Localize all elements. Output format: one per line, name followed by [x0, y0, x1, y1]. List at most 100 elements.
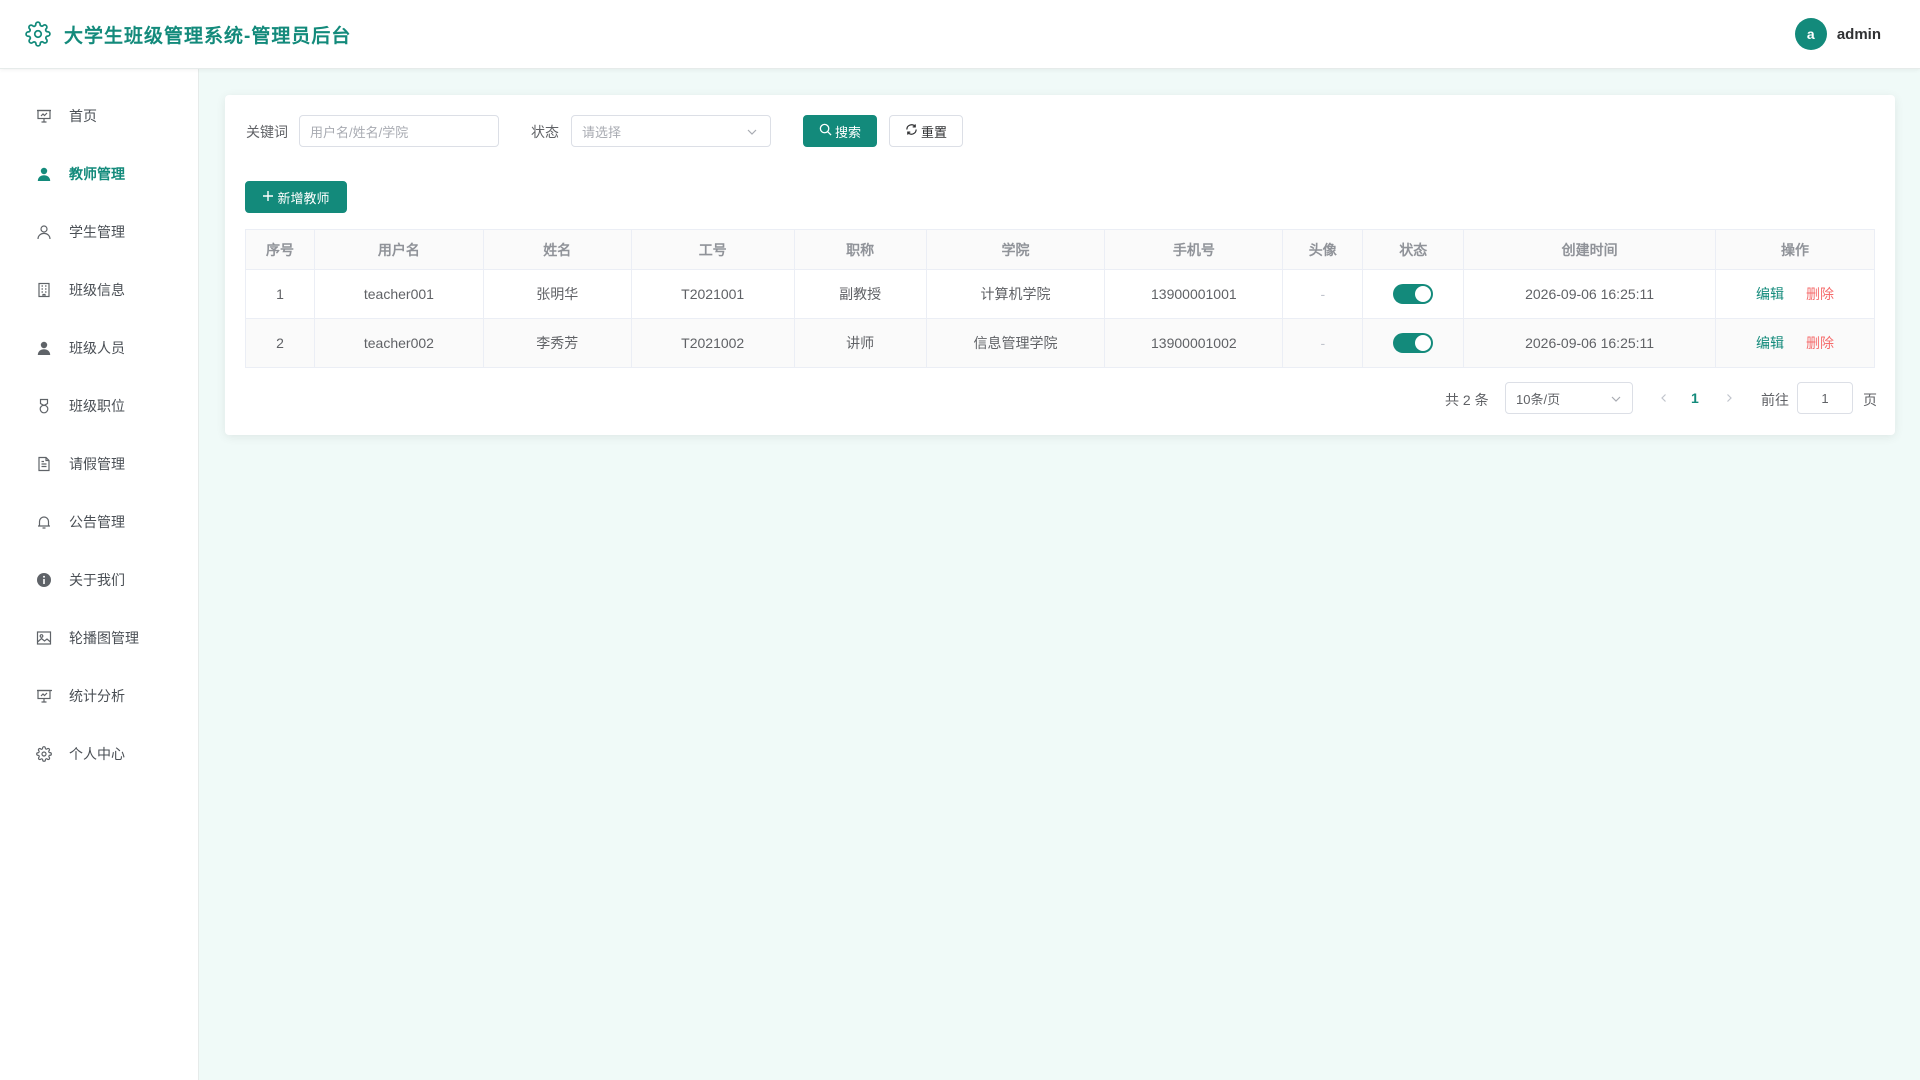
cell-college: 计算机学院: [925, 269, 1106, 319]
goto-label: 前往: [1761, 392, 1789, 408]
presentation-icon: [35, 107, 53, 125]
avatar: a: [1794, 18, 1827, 50]
presentation-icon: [35, 687, 53, 705]
add-teacher-button-label: 新增教师: [277, 190, 330, 206]
sidebar-item-label: 学生管理: [69, 224, 125, 240]
reset-button[interactable]: 重置: [889, 115, 963, 147]
sidebar-item-label: 班级人员: [69, 340, 125, 356]
cell-job-no: T2021002: [630, 318, 795, 368]
edit-button[interactable]: 编辑: [1756, 286, 1784, 302]
document-icon: [35, 455, 53, 473]
status-placeholder: 请选择: [582, 124, 622, 140]
picture-icon: [35, 629, 53, 647]
sidebar-item-student-management[interactable]: 学生管理: [0, 210, 199, 254]
search-button[interactable]: 搜索: [803, 115, 877, 147]
status-select[interactable]: 请选择: [571, 115, 771, 147]
sidebar-item-label: 关于我们: [69, 572, 125, 588]
cell-phone: 13900001002: [1104, 318, 1284, 368]
chevron-down-icon: [746, 126, 758, 141]
column-header-title: 职称: [793, 229, 927, 270]
cell-phone: 13900001001: [1104, 269, 1284, 319]
sidebar-item-teacher-management[interactable]: 教师管理: [0, 152, 199, 196]
add-teacher-button[interactable]: 新增教师: [245, 181, 347, 213]
cell-title: 副教授: [793, 269, 927, 319]
toggle-knob: [1415, 286, 1432, 302]
user-outline-icon: [35, 223, 53, 241]
sidebar-item-class-positions[interactable]: 班级职位: [0, 384, 199, 428]
delete-button[interactable]: 删除: [1806, 286, 1834, 302]
cell-job-no: T2021001: [630, 269, 795, 319]
status-toggle[interactable]: [1393, 284, 1434, 304]
bell-icon: [35, 513, 53, 531]
pagination-total: 共 2 条: [1445, 392, 1489, 408]
sidebar-item-label: 首页: [69, 108, 97, 124]
medal-icon: [35, 397, 53, 415]
chevron-right-icon: [1727, 394, 1732, 402]
sidebar-item-home[interactable]: 首页: [0, 94, 199, 138]
gear-icon: [24, 20, 52, 48]
edit-button[interactable]: 编辑: [1756, 335, 1784, 351]
column-header-index: 序号: [245, 229, 315, 270]
user-menu[interactable]: a admin: [1794, 18, 1881, 50]
page-size-value: 10条/页: [1516, 391, 1561, 407]
cell-name: 张明华: [482, 269, 632, 319]
user-filled-icon: [35, 165, 53, 183]
page-size-select[interactable]: 10条/页: [1505, 382, 1633, 414]
cell-name: 李秀芳: [482, 318, 632, 368]
keyword-input[interactable]: 用户名/姓名/学院: [299, 115, 499, 147]
sidebar-item-class-members[interactable]: 班级人员: [0, 326, 199, 370]
column-header-username: 用户名: [313, 229, 484, 270]
sidebar-item-carousel-management[interactable]: 轮播图管理: [0, 616, 199, 660]
column-header-phone: 手机号: [1104, 229, 1284, 270]
column-header-college: 学院: [925, 229, 1106, 270]
sidebar-item-announcement-management[interactable]: 公告管理: [0, 500, 199, 544]
sidebar-item-label: 教师管理: [69, 166, 125, 182]
sidebar: 首页 教师管理 学生管理 班级信息 班级人员 班级职位 请假管理 公告管理 关于…: [0, 69, 199, 1080]
column-header-job-no: 工号: [630, 229, 795, 270]
goto-page-input[interactable]: 1: [1797, 382, 1853, 414]
sidebar-item-leave-management[interactable]: 请假管理: [0, 442, 199, 486]
sidebar-item-about-us[interactable]: 关于我们: [0, 558, 199, 602]
column-header-status: 状态: [1362, 229, 1465, 270]
table-header-row: 序号 用户名 姓名 工号 职称 学院 手机号 头像 状态 创建时间 操作: [245, 229, 1875, 270]
sidebar-item-label: 请假管理: [69, 456, 125, 472]
top-header: 大学生班级管理系统-管理员后台 a admin: [0, 0, 1920, 69]
user-filled-icon: [35, 339, 53, 357]
sidebar-item-statistics[interactable]: 统计分析: [0, 674, 199, 718]
delete-button[interactable]: 删除: [1806, 335, 1834, 351]
cell-username: teacher002: [313, 318, 484, 368]
cell-avatar: -: [1282, 269, 1364, 319]
column-header-name: 姓名: [482, 229, 632, 270]
page-suffix-label: 页: [1863, 392, 1877, 408]
cell-status: [1362, 269, 1465, 319]
toggle-knob: [1415, 335, 1432, 351]
table-row: 2 teacher002 李秀芳 T2021002 讲师 信息管理学院 1390…: [245, 318, 1875, 368]
status-toggle[interactable]: [1393, 333, 1434, 353]
column-header-avatar: 头像: [1282, 229, 1364, 270]
search-button-label: 搜索: [834, 124, 861, 140]
sidebar-item-label: 轮播图管理: [69, 630, 139, 646]
building-icon: [35, 281, 53, 299]
info-icon: [35, 571, 53, 589]
teacher-management-card: 关键词 用户名/姓名/学院 状态 请选择 搜索 重置 新增教师 序号 用户名 姓…: [225, 95, 1895, 435]
page-number-1[interactable]: 1: [1691, 390, 1699, 406]
cell-title: 讲师: [793, 318, 927, 368]
app-title: 大学生班级管理系统-管理员后台: [64, 25, 352, 47]
status-label: 状态: [531, 124, 559, 140]
cell-created: 2026-09-06 16:25:11: [1463, 269, 1717, 319]
table-row: 1 teacher001 张明华 T2021001 副教授 计算机学院 1390…: [245, 269, 1875, 319]
gear-icon: [35, 745, 53, 763]
username: admin: [1836, 25, 1881, 43]
prev-page-button[interactable]: [1654, 388, 1674, 408]
sidebar-item-label: 公告管理: [69, 514, 125, 530]
column-header-created: 创建时间: [1463, 229, 1717, 270]
sidebar-item-personal-center[interactable]: 个人中心: [0, 732, 199, 776]
cell-status: [1362, 318, 1465, 368]
search-icon: [819, 123, 832, 139]
plus-icon: [262, 190, 274, 205]
sidebar-item-label: 班级信息: [69, 282, 125, 298]
sidebar-item-class-info[interactable]: 班级信息: [0, 268, 199, 312]
cell-college: 信息管理学院: [925, 318, 1106, 368]
next-page-button[interactable]: [1719, 388, 1739, 408]
sidebar-item-label: 班级职位: [69, 398, 125, 414]
